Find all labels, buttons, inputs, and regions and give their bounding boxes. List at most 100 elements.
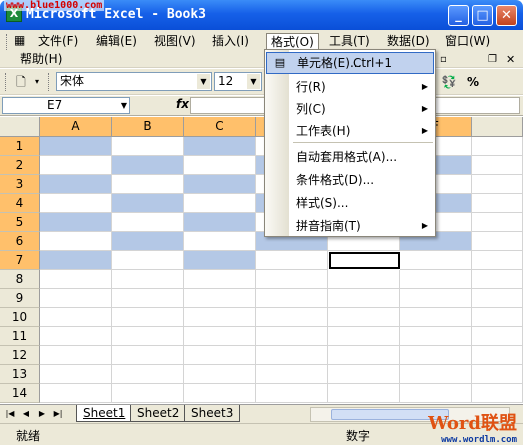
cell[interactable] — [472, 213, 523, 232]
row-header-9[interactable]: 9 — [0, 289, 40, 308]
chevron-down-icon[interactable]: ▼ — [247, 74, 260, 89]
cell[interactable] — [112, 194, 184, 213]
cell[interactable] — [328, 308, 400, 327]
cell[interactable] — [112, 175, 184, 194]
cell[interactable] — [328, 270, 400, 289]
doc-close-icon[interactable]: ✕ — [506, 51, 520, 68]
percent-style-button[interactable]: % — [464, 73, 482, 91]
cell[interactable] — [256, 308, 328, 327]
cell[interactable] — [328, 346, 400, 365]
toolbar-options-icon[interactable]: ▾ — [32, 73, 42, 91]
cell[interactable] — [40, 194, 112, 213]
cell[interactable] — [40, 156, 112, 175]
cell[interactable] — [328, 365, 400, 384]
cell[interactable] — [184, 194, 256, 213]
new-document-icon[interactable]: 🗋 — [12, 73, 30, 91]
cell[interactable] — [40, 251, 112, 270]
menu-item-style[interactable]: 样式(S)... — [266, 192, 434, 214]
menu-edit[interactable]: 编辑(E) — [92, 33, 141, 50]
cell[interactable] — [112, 327, 184, 346]
cell[interactable] — [40, 308, 112, 327]
cell[interactable] — [472, 251, 523, 270]
row-header-3[interactable]: 3 — [0, 175, 40, 194]
cell[interactable] — [256, 251, 328, 270]
cell[interactable] — [256, 327, 328, 346]
cell[interactable] — [184, 289, 256, 308]
cell[interactable] — [256, 289, 328, 308]
cell[interactable] — [472, 346, 523, 365]
doc-restore-icon[interactable]: ❐ — [488, 51, 502, 68]
cell[interactable] — [184, 384, 256, 403]
row-header-7[interactable]: 7 — [0, 251, 40, 270]
select-all-corner[interactable] — [0, 117, 40, 137]
close-button[interactable]: ✕ — [496, 5, 517, 26]
cell[interactable] — [112, 156, 184, 175]
cell[interactable] — [400, 251, 472, 270]
menubar-grip[interactable] — [6, 34, 9, 50]
cell[interactable] — [256, 346, 328, 365]
cell[interactable] — [472, 175, 523, 194]
font-size-combo[interactable]: 12 ▼ — [214, 72, 262, 91]
next-sheet-icon[interactable]: ▶ — [36, 407, 48, 421]
cell[interactable] — [472, 232, 523, 251]
cell[interactable] — [400, 365, 472, 384]
cell[interactable] — [40, 365, 112, 384]
cell[interactable] — [40, 137, 112, 156]
doc-restore-down-icon[interactable]: ▫ — [440, 51, 454, 68]
menu-item-autoformat[interactable]: 自动套用格式(A)... — [266, 146, 434, 168]
cell[interactable] — [112, 270, 184, 289]
sheet-tab-2[interactable]: Sheet2 — [130, 405, 187, 422]
chevron-down-icon[interactable]: ▼ — [121, 98, 127, 113]
menu-item-sheet[interactable]: 工作表(H) ▶ — [266, 120, 434, 142]
cell[interactable] — [328, 289, 400, 308]
cell[interactable] — [112, 251, 184, 270]
currency-icon[interactable]: 💱 — [440, 73, 458, 91]
cell[interactable] — [400, 346, 472, 365]
cell[interactable] — [112, 137, 184, 156]
menu-insert[interactable]: 插入(I) — [208, 33, 253, 50]
cell[interactable] — [40, 232, 112, 251]
font-name-combo[interactable]: 宋体 ▼ — [56, 72, 212, 91]
cell[interactable] — [400, 384, 472, 403]
cell[interactable] — [256, 365, 328, 384]
cell[interactable] — [184, 137, 256, 156]
cell[interactable] — [184, 346, 256, 365]
cell[interactable] — [184, 308, 256, 327]
cell[interactable] — [112, 213, 184, 232]
cell[interactable] — [40, 270, 112, 289]
row-header-1[interactable]: 1 — [0, 137, 40, 156]
cell[interactable] — [184, 327, 256, 346]
row-header-2[interactable]: 2 — [0, 156, 40, 175]
cell[interactable] — [256, 270, 328, 289]
menu-item-row[interactable]: 行(R) ▶ — [266, 76, 434, 98]
row-header-4[interactable]: 4 — [0, 194, 40, 213]
row-header-6[interactable]: 6 — [0, 232, 40, 251]
last-sheet-icon[interactable]: ▶| — [52, 407, 64, 421]
column-header-g[interactable] — [472, 117, 523, 137]
cell[interactable] — [40, 175, 112, 194]
insert-function-icon[interactable]: fx — [176, 97, 189, 111]
cell[interactable] — [40, 384, 112, 403]
cell[interactable] — [472, 137, 523, 156]
toolbar-grip[interactable] — [5, 73, 8, 91]
maximize-button[interactable]: □ — [472, 5, 493, 26]
prev-sheet-icon[interactable]: ◀ — [20, 407, 32, 421]
menu-data[interactable]: 数据(D) — [383, 33, 434, 50]
cell[interactable] — [400, 289, 472, 308]
row-header-13[interactable]: 13 — [0, 365, 40, 384]
worksheet-grid[interactable]: ABCDEF1234567891011121314 — [0, 117, 523, 404]
row-header-14[interactable]: 14 — [0, 384, 40, 403]
menu-format[interactable]: 格式(O) — [266, 33, 319, 50]
cell[interactable] — [472, 308, 523, 327]
row-header-8[interactable]: 8 — [0, 270, 40, 289]
menu-tools[interactable]: 工具(T) — [325, 33, 374, 50]
cell[interactable] — [328, 384, 400, 403]
cell[interactable] — [184, 213, 256, 232]
cell[interactable] — [40, 346, 112, 365]
menu-file[interactable]: 文件(F) — [34, 33, 82, 50]
cell[interactable] — [472, 384, 523, 403]
column-header-b[interactable]: B — [112, 117, 184, 137]
cell[interactable] — [400, 327, 472, 346]
menu-help[interactable]: 帮助(H) — [16, 51, 66, 68]
menu-window[interactable]: 窗口(W) — [441, 33, 494, 50]
